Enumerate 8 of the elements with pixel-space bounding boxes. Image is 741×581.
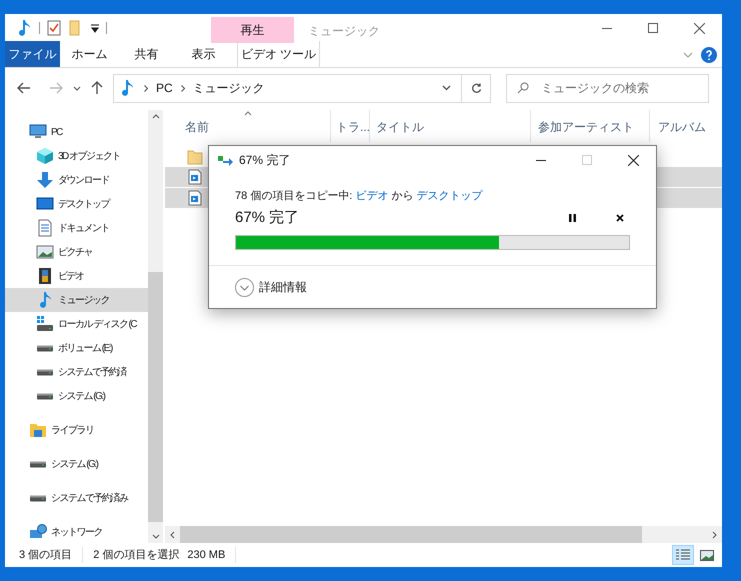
copy-status-message: 78 個の項目をコピー中: ビデオ から デスクトップ: [235, 188, 483, 204]
item-count: 3 個の項目: [19, 546, 84, 564]
progress-heading: 67% 完了: [235, 208, 300, 228]
selection-size: 230 MB: [179, 546, 236, 564]
window-title: ミュージック: [308, 23, 380, 40]
contextual-tab-group: 再生: [211, 17, 294, 43]
selection-count: 2 個の項目を選択: [92, 548, 180, 563]
dialog-title: 67% 完了: [239, 152, 290, 169]
